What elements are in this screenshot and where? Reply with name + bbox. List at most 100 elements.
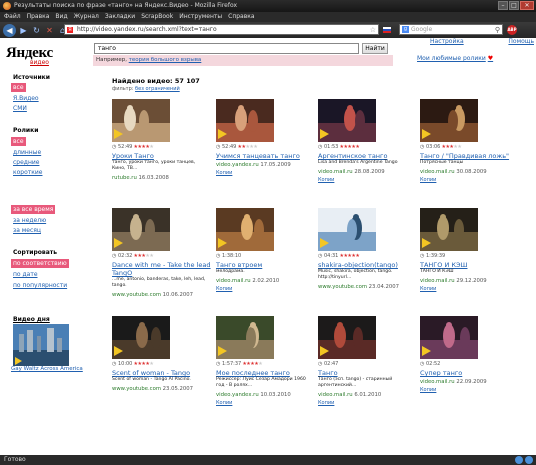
video-source[interactable]: video.mail.ru 6.01.2010 [318, 392, 381, 398]
video-title-link[interactable]: Танго / "Правдивая ложь" [420, 152, 509, 160]
clips-short[interactable]: короткие [13, 169, 42, 176]
filter-link[interactable]: без ограничений [135, 86, 180, 92]
video-source[interactable]: www.youtube.com 23.05.2007 [112, 386, 193, 392]
close-window-button[interactable]: ✕ [520, 1, 534, 10]
video-thumbnail[interactable] [112, 208, 170, 251]
menu-tools[interactable]: Инструменты [179, 12, 222, 22]
video-source-host[interactable]: video.mail.ru [318, 392, 353, 398]
tip-link[interactable]: теория большого взрыва [129, 57, 202, 63]
copies-link[interactable]: Копии [216, 170, 232, 176]
video-source-host[interactable]: video.mail.ru [318, 169, 353, 175]
sort-date[interactable]: по дате [13, 271, 38, 278]
adblock-icon[interactable]: ABP [507, 25, 517, 35]
video-source-host[interactable]: video.yandex.ru [216, 392, 259, 398]
video-source-host[interactable]: video.mail.ru [420, 278, 455, 284]
video-title-link[interactable]: Танго втроем [216, 261, 262, 269]
browser-search-box[interactable]: g Google ⚲ [399, 24, 503, 35]
video-thumbnail[interactable] [112, 316, 170, 359]
time-month[interactable]: за месяц [13, 227, 41, 234]
copies-link[interactable]: Копии [216, 400, 232, 406]
source-all[interactable]: все [11, 83, 26, 92]
sort-popularity[interactable]: по популярности [13, 282, 67, 289]
video-title-link[interactable]: Учимся танцевать танго [216, 152, 300, 160]
video-title-link[interactable]: ТАНГО И КЭШ [420, 261, 467, 269]
menu-bookmarks[interactable]: Закладки [105, 12, 135, 22]
maximize-button[interactable]: □ [509, 1, 519, 10]
settings-link[interactable]: Настройка [430, 38, 464, 45]
clips-long[interactable]: длинные [13, 149, 41, 156]
source-smi[interactable]: СМИ [13, 105, 27, 112]
copies-link[interactable]: Копии [420, 286, 436, 292]
video-source-host[interactable]: www.youtube.com [112, 292, 161, 298]
copies-link[interactable]: Копии [420, 177, 436, 183]
video-source[interactable]: www.youtube.com 23.04.2007 [318, 284, 399, 290]
video-title-link[interactable]: Супер танго [420, 369, 462, 377]
video-source[interactable]: video.mail.ru 28.08.2009 [318, 169, 385, 175]
video-thumbnail[interactable] [420, 99, 478, 142]
clips-all[interactable]: все [11, 137, 26, 146]
menu-help[interactable]: Справка [228, 12, 254, 22]
search-button[interactable]: Найти [362, 43, 388, 54]
logo-sub-link[interactable]: видео [30, 59, 49, 66]
video-title-link[interactable]: shakira-objection(tango) [318, 261, 398, 269]
video-title-link[interactable]: Аргентинское танго [318, 152, 387, 160]
video-source[interactable]: video.mail.ru 30.08.2009 [420, 169, 487, 175]
video-source[interactable]: video.mail.ru 2.02.2010 [216, 278, 279, 284]
video-thumbnail[interactable] [318, 99, 376, 142]
video-source-host[interactable]: video.yandex.ru [216, 162, 259, 168]
minimize-button[interactable]: – [498, 1, 508, 10]
yandex-logo[interactable]: Яндекс видео [6, 42, 53, 66]
menu-edit[interactable]: Правка [27, 12, 50, 22]
video-title-link[interactable]: Мое последнее танго [216, 369, 290, 377]
language-flag-icon[interactable] [383, 27, 391, 33]
video-thumbnail[interactable] [216, 99, 274, 142]
reload-button[interactable]: ↻ [31, 25, 42, 36]
copies-link[interactable]: Копии [216, 286, 232, 292]
video-title-link[interactable]: Scent of woman - Tango [112, 369, 190, 377]
time-all[interactable]: за все время [11, 205, 56, 214]
time-week[interactable]: за неделю [13, 217, 46, 224]
video-source[interactable]: video.mail.ru 22.09.2009 [420, 379, 487, 385]
clips-medium[interactable]: средние [13, 159, 39, 166]
video-of-day-heading[interactable]: Видео дня [13, 316, 50, 323]
video-source[interactable]: video.mail.ru 29.12.2009 [420, 278, 487, 284]
menu-view[interactable]: Вид [55, 12, 67, 22]
video-source[interactable]: video.yandex.ru 10.03.2010 [216, 392, 291, 398]
source-yavideo[interactable]: Я.Видео [13, 95, 39, 102]
video-source-host[interactable]: video.mail.ru [216, 278, 251, 284]
video-title-link[interactable]: Dance with me - Take the lead [112, 261, 211, 269]
video-of-day-link[interactable]: Gay Waltz Across America [11, 366, 83, 372]
video-source[interactable]: video.yandex.ru 17.05.2009 [216, 162, 291, 168]
sort-relevance[interactable]: по соответствию [11, 259, 69, 268]
favorites-link[interactable]: Мои любимые ролики ♥ [417, 55, 493, 62]
video-thumbnail[interactable] [420, 208, 478, 251]
video-thumbnail[interactable] [318, 208, 376, 251]
video-thumbnail[interactable] [318, 316, 376, 359]
video-source-host[interactable]: rutube.ru [112, 175, 137, 181]
search-icon[interactable]: ⚲ [495, 25, 500, 35]
video-title-link[interactable]: Уроки Танго [112, 152, 154, 160]
video-thumbnail[interactable] [112, 99, 170, 142]
copies-link[interactable]: Копии [318, 177, 334, 183]
search-input[interactable]: танго [94, 43, 359, 54]
bookmark-star-icon[interactable]: ☆ [370, 25, 376, 34]
video-thumbnail[interactable] [216, 316, 274, 359]
copies-link[interactable]: Копии [318, 400, 334, 406]
video-title-link-cont[interactable]: TangO [112, 269, 132, 277]
forward-button[interactable]: ▶ [18, 25, 29, 36]
help-link[interactable]: Помощь [508, 38, 534, 45]
address-bar[interactable]: Я http://video.yandex.ru/search.xml?text… [64, 24, 379, 35]
copies-link[interactable]: Копии [420, 387, 436, 393]
video-thumbnail[interactable] [420, 316, 478, 359]
video-source[interactable]: rutube.ru 16.03.2008 [112, 175, 169, 181]
stop-button[interactable]: ✕ [44, 25, 55, 36]
menu-scrapbook[interactable]: ScrapBook [141, 12, 173, 22]
video-source-host[interactable]: video.mail.ru [420, 169, 455, 175]
video-thumbnail[interactable] [216, 208, 274, 251]
menu-history[interactable]: Журнал [74, 12, 99, 22]
video-source-host[interactable]: www.youtube.com [112, 386, 161, 392]
video-source-host[interactable]: www.youtube.com [318, 284, 367, 290]
back-button[interactable]: ◀ [3, 23, 16, 37]
menu-file[interactable]: Файл [4, 12, 21, 22]
video-source[interactable]: www.youtube.com 10.06.2007 [112, 292, 193, 298]
